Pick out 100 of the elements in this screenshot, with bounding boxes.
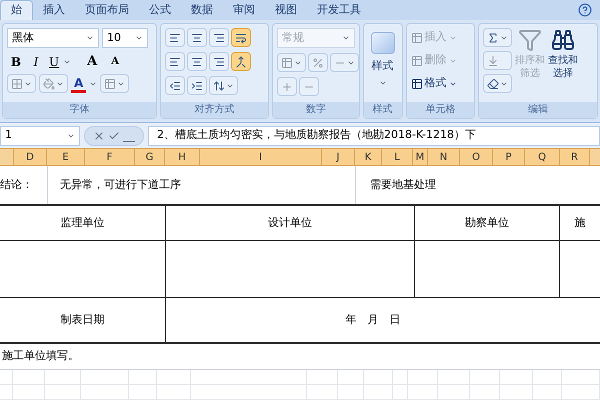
wrap-text-icon: [234, 32, 247, 44]
column-header[interactable]: E: [47, 149, 85, 165]
binoculars-icon: [550, 28, 575, 52]
table-cell-text: 勘察单位: [465, 214, 509, 231]
styles-button[interactable]: 样式: [368, 28, 398, 86]
autosum-icon: [486, 32, 499, 44]
align-center-button[interactable]: [186, 52, 207, 71]
styles-icon: [370, 32, 395, 54]
table-cell-text: 年 月 日: [346, 312, 402, 328]
caret-icon: [135, 34, 143, 42]
group-label: 数字: [272, 102, 359, 118]
fill-color-button[interactable]: [39, 74, 68, 93]
font-color-button[interactable]: A: [71, 74, 86, 93]
merge-button[interactable]: [230, 52, 251, 71]
note-text: 施工单位填写。: [2, 348, 79, 364]
group-label: 样式: [364, 102, 402, 118]
formula-field[interactable]: 2、槽底土质均匀密实，与地质勘察报告（地勘2018-K-1218）下: [148, 126, 600, 146]
caret-icon: [342, 34, 350, 42]
align-middle-icon: [190, 32, 203, 44]
font-size: 10: [107, 30, 121, 46]
merge-icon: [234, 56, 247, 68]
column-header[interactable]: I: [200, 149, 322, 165]
column-header[interactable]: G: [135, 149, 165, 165]
column-header[interactable]: R: [560, 149, 590, 165]
align-center-icon: [190, 56, 203, 68]
indent-increase-button[interactable]: [186, 76, 207, 95]
fill-icon: [486, 54, 499, 66]
ribbon-tab[interactable]: 数据: [181, 0, 223, 20]
ribbon-tab[interactable]: 公式: [139, 0, 181, 20]
option-text: 无异常，可进行下道工序: [60, 176, 181, 193]
shrink-font-button[interactable]: A: [105, 52, 126, 71]
number-format: 常规: [282, 30, 304, 46]
align-top-icon: [168, 32, 181, 44]
indent-decrease-button[interactable]: [164, 76, 185, 95]
font-size-field[interactable]: 10: [102, 28, 148, 48]
align-bottom-button[interactable]: [208, 28, 229, 47]
table-cell-text: 施: [574, 214, 586, 231]
italic-button[interactable]: I: [27, 52, 45, 71]
ribbon-tab[interactable]: 页面布局: [75, 0, 139, 20]
orientation-icon: [212, 80, 225, 92]
fill-color-icon: [43, 78, 55, 90]
percent-icon: [312, 56, 324, 68]
cell-command-button[interactable]: 格式: [410, 74, 470, 93]
align-middle-button[interactable]: [186, 28, 207, 47]
filter-icon: [518, 28, 542, 52]
column-header[interactable]: Q: [525, 149, 560, 165]
cell-reference: 1: [5, 127, 12, 144]
caret-icon: [86, 34, 94, 42]
align-bottom-icon: [212, 32, 225, 44]
cancel-icon[interactable]: [93, 130, 105, 142]
enter-icon[interactable]: [108, 130, 120, 142]
indent-increase-icon: [190, 80, 203, 92]
autosum-button[interactable]: [482, 28, 512, 47]
borders-icon: [11, 78, 23, 90]
column-header[interactable]: M: [413, 149, 428, 165]
font-name-field[interactable]: 黑体: [7, 28, 99, 48]
ribbon-tab[interactable]: 开发工具: [307, 0, 371, 20]
column-header[interactable]: O: [460, 149, 493, 165]
clear-icon: [486, 78, 499, 90]
group-label: 编辑: [478, 102, 597, 118]
table-cell-text: 设计单位: [268, 214, 312, 231]
clear-button[interactable]: [482, 74, 512, 93]
ribbon-tab[interactable]: 视图: [265, 0, 307, 20]
help-icon[interactable]: [578, 3, 592, 17]
grow-font-button[interactable]: A: [81, 52, 104, 71]
cells-icon: [410, 78, 423, 90]
wrap-text-button[interactable]: [230, 28, 251, 47]
table-cell-text: 制表日期: [60, 312, 104, 328]
column-header[interactable]: J: [322, 149, 355, 165]
column-header[interactable]: D: [14, 149, 47, 165]
column-header[interactable]: L: [382, 149, 413, 165]
name-box[interactable]: 1: [0, 126, 80, 146]
font-name: 黑体: [12, 30, 34, 46]
align-left-icon: [168, 56, 181, 68]
bold-button[interactable]: B: [7, 52, 25, 71]
column-header[interactable]: P: [493, 149, 525, 165]
cells-icon: [410, 54, 423, 66]
ribbon-tab[interactable]: 审阅: [223, 0, 265, 20]
column-header[interactable]: H: [165, 149, 200, 165]
group-label: 对齐方式: [160, 102, 268, 118]
align-right-icon: [212, 56, 225, 68]
cells-icon: [410, 32, 423, 44]
underline-button[interactable]: U: [47, 52, 62, 71]
conclusion-label: 结论：: [0, 176, 33, 193]
find-select-button[interactable]: 查找和 选择: [548, 28, 578, 93]
ribbon-tab[interactable]: 插入: [33, 0, 75, 20]
align-top-button[interactable]: [164, 28, 185, 47]
indent-decrease-icon: [168, 80, 181, 92]
column-header[interactable]: K: [355, 149, 382, 165]
option-text: 需要地基处理: [370, 176, 436, 193]
column-header[interactable]: F: [85, 149, 135, 165]
formula-text: 2、槽底土质均匀密实，与地质勘察报告（地勘2018-K-1218）下: [157, 127, 476, 144]
group-label: 单元格: [406, 102, 474, 118]
table-cell-text: 监理单位: [60, 214, 104, 231]
align-left-button[interactable]: [164, 52, 185, 71]
orientation-button[interactable]: [208, 76, 238, 95]
align-right-button[interactable]: [208, 52, 229, 71]
ribbon-tab[interactable]: 始: [0, 0, 33, 20]
group-label: 字体: [3, 102, 156, 118]
column-header[interactable]: N: [428, 149, 460, 165]
